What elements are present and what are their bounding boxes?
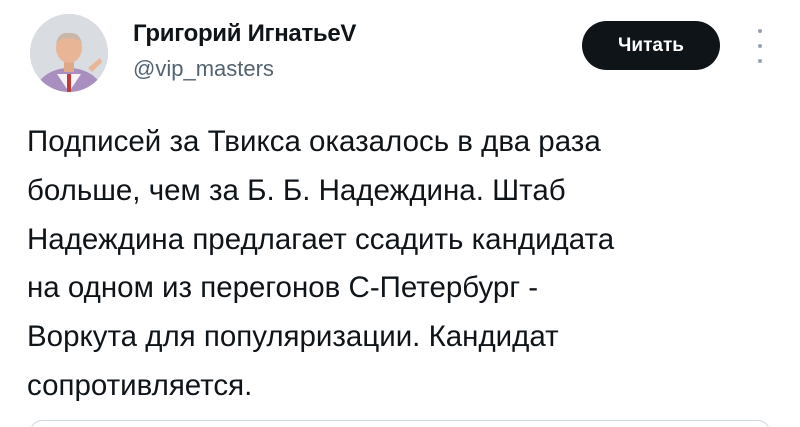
tweet-text-line: больше, чем за Б. Б. Надеждина. Штаб bbox=[27, 173, 566, 207]
author-name[interactable]: Григорий ИгнатьеV bbox=[133, 20, 356, 48]
tweet-card: Григорий ИгнатьеV @vip_masters Читать По… bbox=[0, 0, 800, 427]
more-vertical-icon[interactable] bbox=[752, 29, 768, 63]
author-handle[interactable]: @vip_masters bbox=[133, 56, 274, 82]
more-icon-dot bbox=[758, 59, 762, 63]
author-avatar[interactable] bbox=[30, 14, 108, 92]
read-button[interactable]: Читать bbox=[582, 21, 720, 70]
tweet-text-line: сопротивляется. bbox=[27, 368, 253, 402]
tweet-text-line: Подписей за Твикса оказалось в два раза bbox=[27, 125, 601, 158]
tweet-text-line: на одном из перегонов С-Петербург - bbox=[27, 271, 539, 305]
embedded-card-edge bbox=[30, 420, 770, 427]
more-icon-dot bbox=[758, 44, 762, 48]
more-icon-dot bbox=[758, 29, 762, 33]
tweet-text-line: Надеждина предлагает ссадить кандидата bbox=[27, 222, 615, 256]
avatar-photo bbox=[30, 14, 108, 92]
tweet-text: Подписей за Твикса оказалось в два раза … bbox=[27, 118, 787, 411]
tweet-text-line: Воркута для популяризации. Кандидат bbox=[27, 320, 559, 354]
